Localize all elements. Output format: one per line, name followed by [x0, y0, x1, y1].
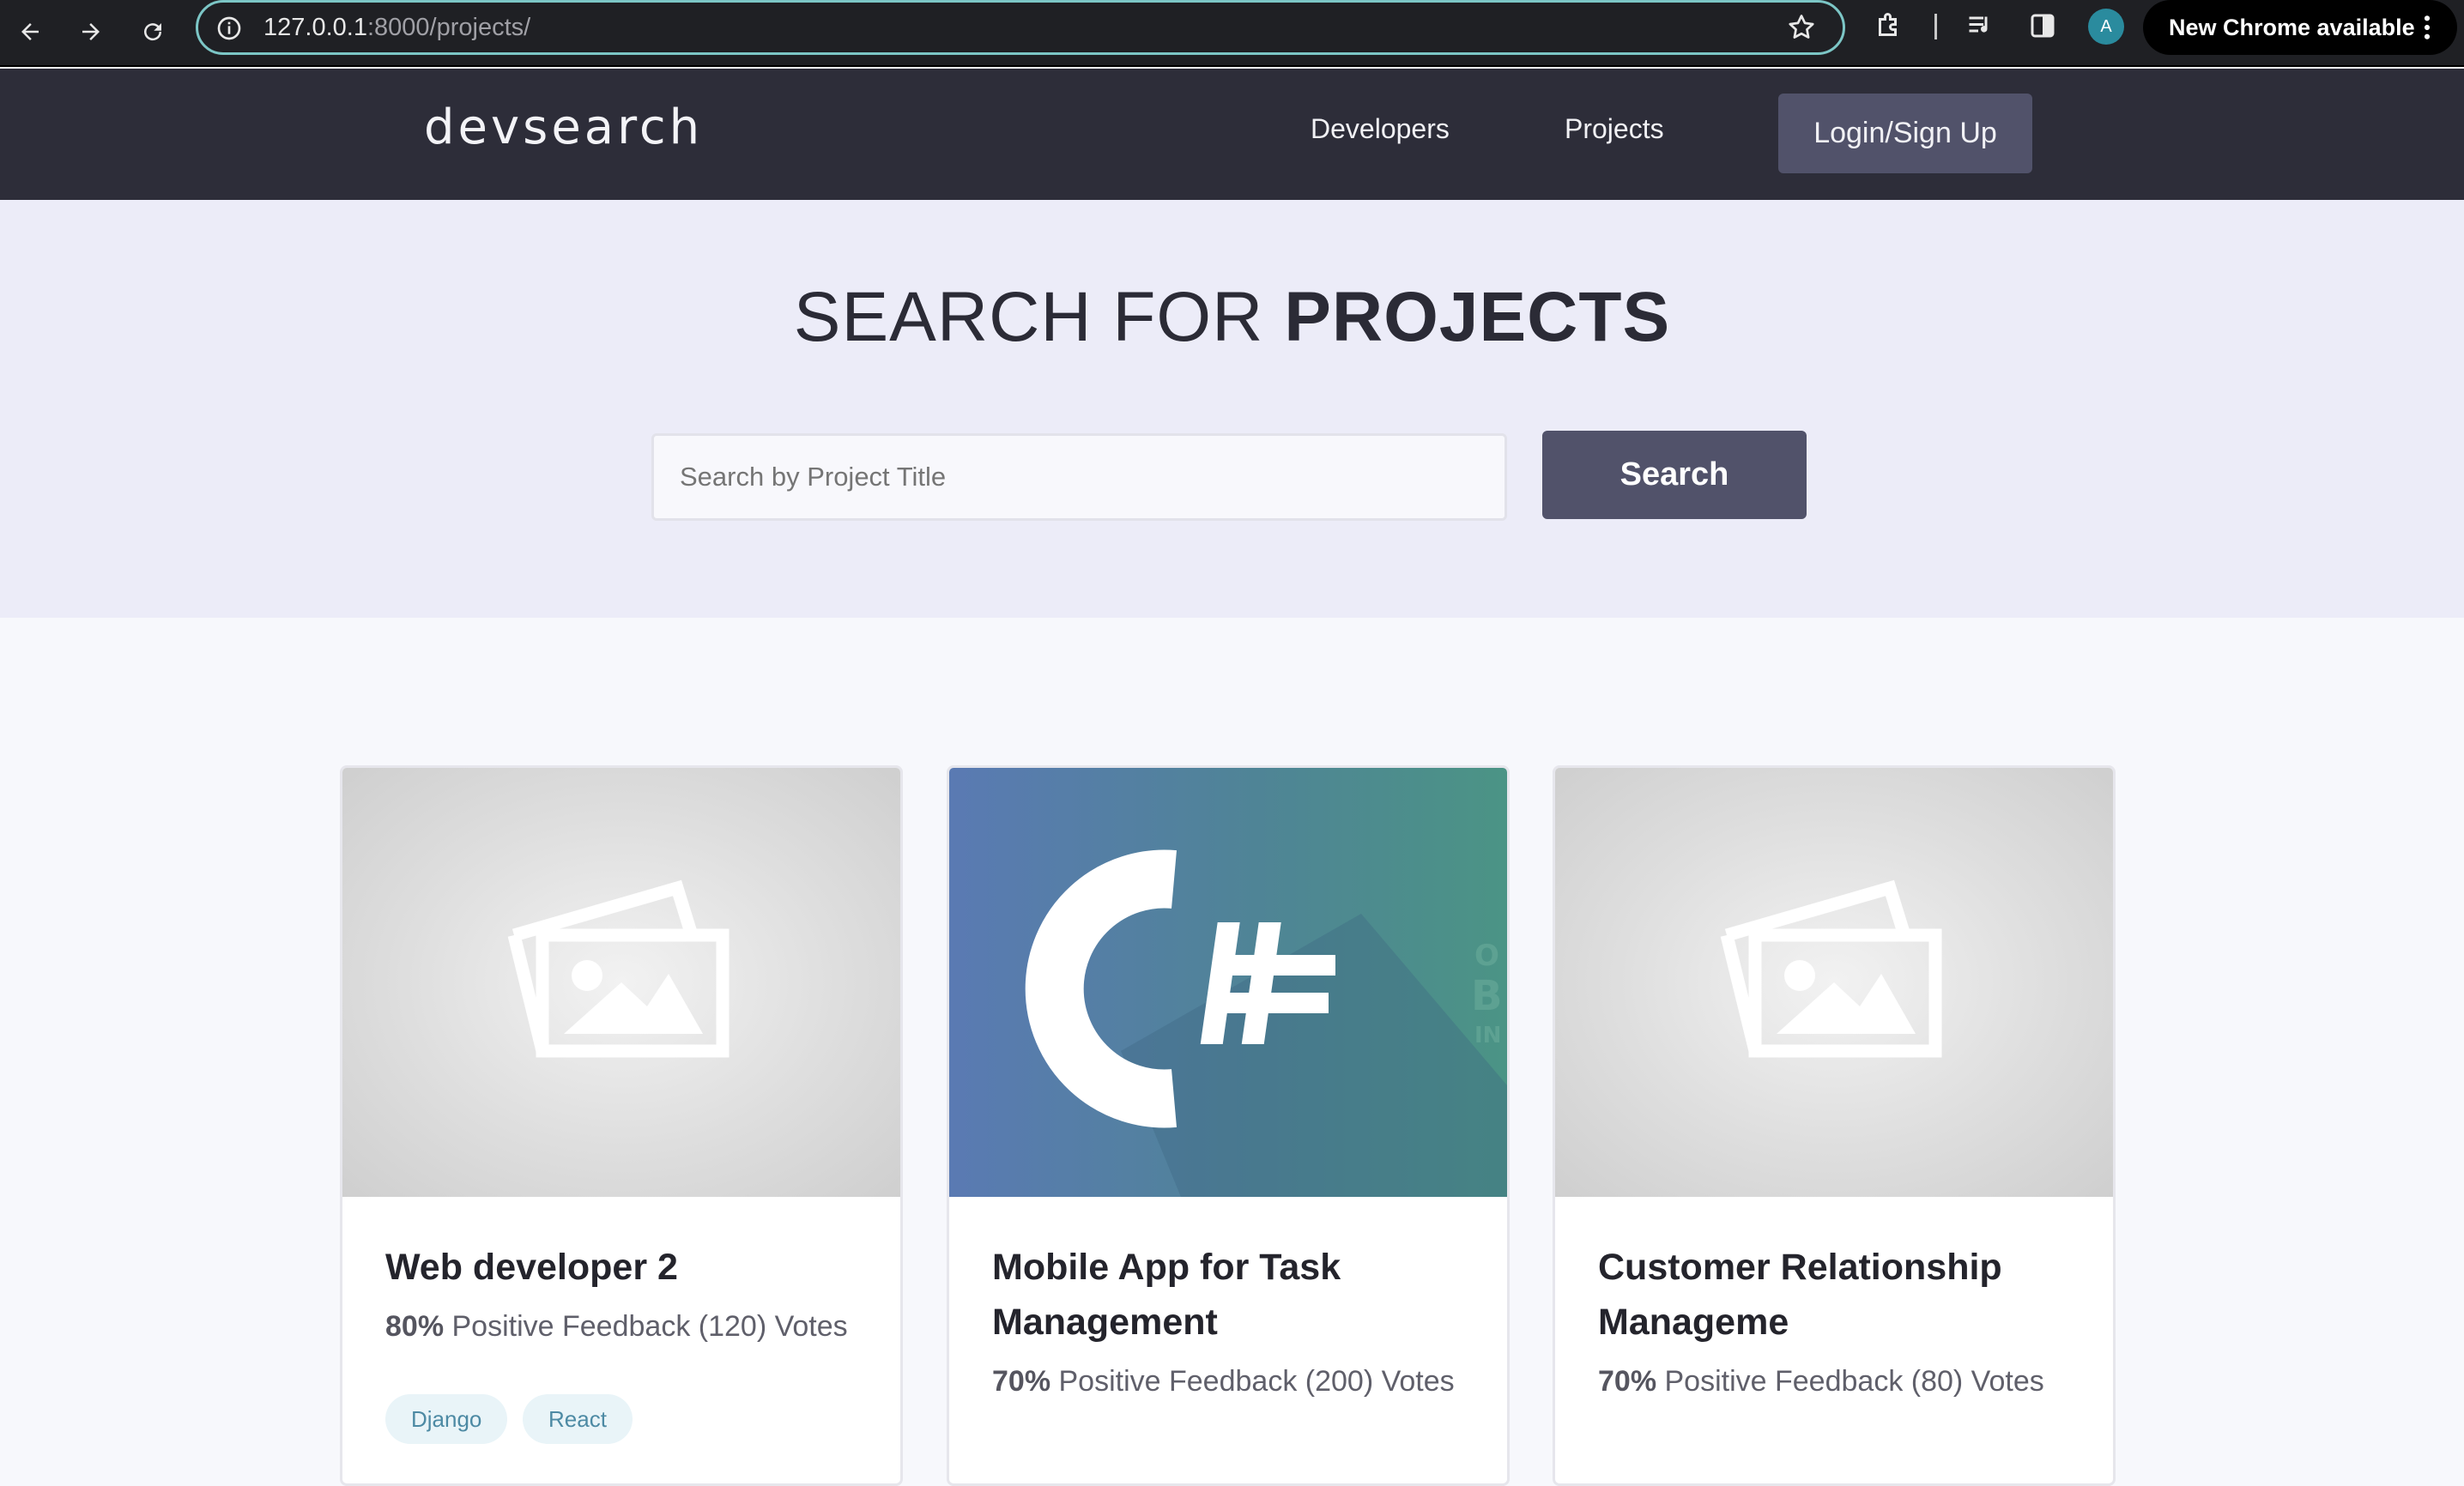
side-panel-icon[interactable] [2027, 10, 2058, 45]
media-controls-icon[interactable] [1965, 10, 1996, 45]
devsearch-logo[interactable]: devsearch [424, 100, 703, 155]
search-hero: SEARCH FOR PROJECTS Search [0, 200, 2464, 618]
tag-react[interactable]: React [523, 1394, 633, 1444]
project-card-body: Web developer 2 80% Positive Feedback (1… [342, 1197, 900, 1483]
url-text: 127.0.0.1:8000/projects/ [263, 14, 531, 41]
update-chrome-label: New Chrome available [2169, 14, 2415, 40]
project-card[interactable]: Customer Relationship Manageme 70% Posit… [1553, 765, 2116, 1486]
project-feedback: 80% Positive Feedback (120) Votes [385, 1310, 848, 1343]
site-info-icon[interactable] [215, 15, 243, 46]
project-search-input[interactable] [651, 433, 1507, 521]
login-signup-button[interactable]: Login/Sign Up [1778, 94, 2032, 173]
nav-developers[interactable]: Developers [1311, 113, 1450, 145]
project-thumbnail: O B IN [949, 768, 1507, 1197]
project-title[interactable]: Customer Relationship Manageme [1598, 1240, 2079, 1350]
project-card[interactable]: Web developer 2 80% Positive Feedback (1… [340, 765, 903, 1486]
profile-avatar[interactable]: A [2088, 9, 2124, 45]
search-button[interactable]: Search [1542, 431, 1807, 519]
extensions-icon[interactable] [1874, 10, 1904, 45]
more-menu-icon[interactable] [2423, 14, 2431, 47]
toolbar-divider [1934, 14, 1937, 39]
forward-icon[interactable] [70, 10, 112, 53]
svg-text:B: B [1471, 972, 1503, 1020]
project-card-body: Mobile App for Task Management 70% Posit… [949, 1197, 1507, 1483]
tag-django[interactable]: Django [385, 1394, 508, 1444]
project-feedback: 70% Positive Feedback (80) Votes [1598, 1365, 2044, 1398]
project-thumbnail [342, 768, 900, 1197]
project-title[interactable]: Web developer 2 [385, 1240, 866, 1295]
reload-icon[interactable] [131, 10, 174, 53]
project-thumbnail [1555, 768, 2113, 1197]
nav-projects[interactable]: Projects [1565, 113, 1664, 145]
csharp-logo: O B IN [1025, 849, 1507, 1197]
bookmark-star-icon[interactable] [1786, 12, 1817, 47]
placeholder-image-icon [507, 879, 730, 1058]
svg-text:IN: IN [1474, 1023, 1501, 1048]
browser-toolbar: 127.0.0.1:8000/projects/ A New Chrome av… [0, 0, 2464, 67]
site-header: devsearch Developers Projects Login/Sign… [0, 69, 2464, 200]
update-chrome-button[interactable]: New Chrome available [2143, 0, 2457, 55]
project-title[interactable]: Mobile App for Task Management [992, 1240, 1473, 1350]
back-icon[interactable] [9, 10, 51, 53]
project-feedback: 70% Positive Feedback (200) Votes [992, 1365, 1455, 1398]
placeholder-image-icon [1720, 879, 1942, 1058]
project-card-body: Customer Relationship Manageme 70% Posit… [1555, 1197, 2113, 1483]
svg-text:O: O [1474, 939, 1499, 973]
address-bar[interactable]: 127.0.0.1:8000/projects/ [196, 0, 1845, 55]
page-title: SEARCH FOR PROJECTS [793, 278, 1671, 356]
project-card[interactable]: O B IN Mobile App for Task Management 70… [947, 765, 1510, 1486]
